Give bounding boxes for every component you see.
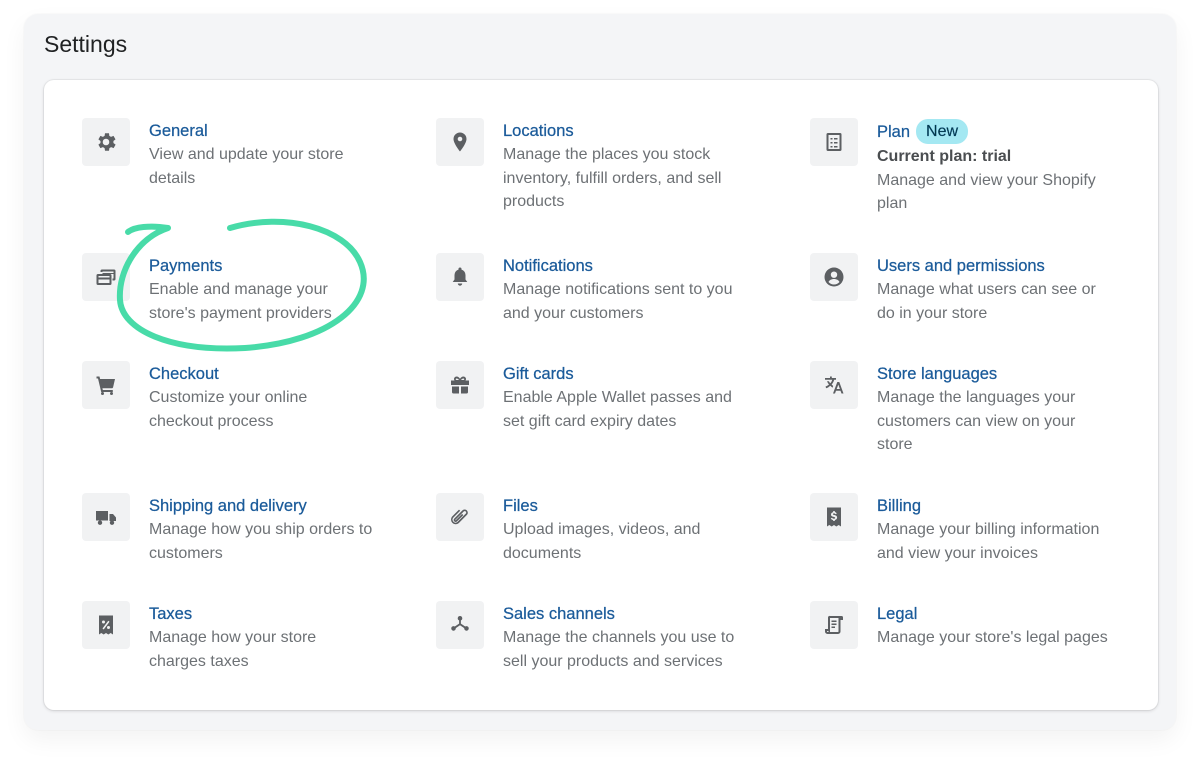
channels-icon [436,601,484,649]
setting-users-and-permissions[interactable]: Users and permissions Manage what users … [810,253,1130,325]
setting-description: Manage the languages your customers can … [877,389,1076,453]
percent-receipt-icon [82,601,130,649]
setting-title: Users and permissions [877,257,1045,275]
setting-title: Locations [503,122,574,140]
setting-title: Payments [149,257,223,275]
paperclip-icon [436,493,484,541]
setting-shipping-and-delivery[interactable]: Shipping and delivery Manage how you shi… [82,493,402,565]
setting-general[interactable]: General View and update your store detai… [82,118,402,190]
setting-description: Manage what users can see or do in your … [877,281,1096,322]
user-circle-icon [810,253,858,301]
setting-description: Manage notifications sent to you and you… [503,281,733,322]
setting-title-row: Plan New [877,119,1117,145]
setting-billing[interactable]: Billing Manage your billing information … [810,493,1130,565]
setting-title: Plan [877,122,911,141]
payment-cards-icon [82,253,130,301]
setting-title: Taxes [149,605,193,623]
settings-card: General View and update your store detai… [44,80,1158,710]
setting-files[interactable]: Files Upload images, videos, and documen… [436,493,756,565]
setting-description: Manage the channels you use to sell your… [503,629,735,670]
new-badge: New [916,119,969,144]
setting-sales-channels[interactable]: Sales channels Manage the channels you u… [436,601,756,673]
setting-description: Manage your billing information and view… [877,521,1100,562]
setting-title: Files [503,497,538,515]
setting-description: Manage the places you stock inventory, f… [503,146,722,210]
dollar-receipt-icon [810,493,858,541]
setting-title: Legal [877,605,918,623]
setting-title: Gift cards [503,365,574,383]
setting-plan[interactable]: Plan New Current plan: trial Manage and v… [810,118,1140,216]
plan-checklist-icon [810,118,858,166]
translate-icon [810,361,858,409]
cart-icon [82,361,130,409]
bell-icon [436,253,484,301]
page-title: Settings [44,31,128,57]
current-plan-label: Current plan: trial [877,148,1012,165]
setting-description: Manage and view your Shopify plan [877,171,1096,213]
setting-title: Shipping and delivery [149,497,307,515]
setting-title: Billing [877,497,922,515]
setting-gift-cards[interactable]: Gift cards Enable Apple Wallet passes an… [436,361,756,433]
setting-checkout[interactable]: Checkout Customize your online checkout … [82,361,402,433]
setting-taxes[interactable]: Taxes Manage how your store charges taxe… [82,601,402,673]
gear-icon [82,118,130,166]
setting-notifications[interactable]: Notifications Manage notifications sent … [436,253,756,325]
gift-icon [436,361,484,409]
setting-description: Customize your online checkout process [149,389,308,430]
setting-locations[interactable]: Locations Manage the places you stock in… [436,118,756,214]
setting-legal[interactable]: Legal Manage your store's legal pages [810,601,1140,650]
setting-store-languages[interactable]: Store languages Manage the languages you… [810,361,1130,457]
legal-document-icon [810,601,858,649]
setting-title: Checkout [149,365,219,383]
setting-title: Notifications [503,257,593,275]
setting-description: View and update your store details [149,146,344,187]
setting-description: Upload images, videos, and documents [503,521,701,562]
setting-description: Manage your store's legal pages [877,629,1108,646]
setting-description: Enable and manage your store's payment p… [149,281,332,322]
setting-description: Enable Apple Wallet passes and set gift … [503,389,732,430]
setting-payments[interactable]: Payments Enable and manage your store's … [82,253,402,325]
truck-icon [82,493,130,541]
setting-title: Sales channels [503,605,615,623]
setting-title: Store languages [877,365,998,383]
location-pin-icon [436,118,484,166]
setting-description: Manage how you ship orders to customers [149,521,373,562]
setting-title: General [149,122,208,140]
setting-description: Manage how your store charges taxes [149,629,317,670]
